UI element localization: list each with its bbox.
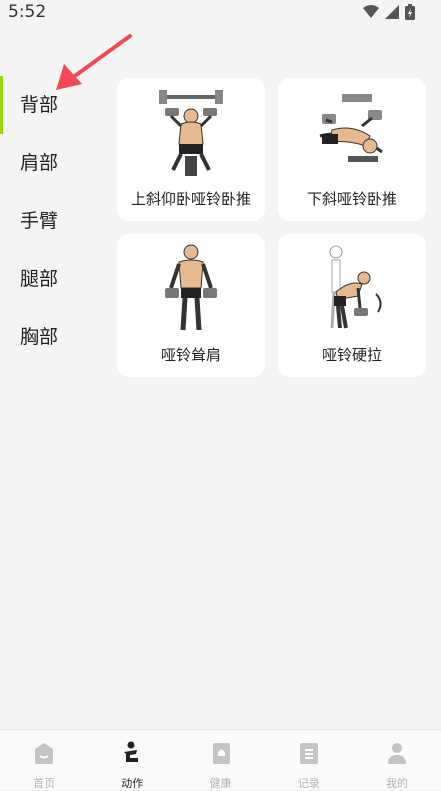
category-item-back[interactable]: 背部 <box>0 76 100 134</box>
category-sidebar: 背部 肩部 手臂 腿部 胸部 <box>0 76 100 366</box>
category-label: 腿部 <box>20 268 59 290</box>
home-icon <box>35 743 54 764</box>
nav-item-health[interactable]: 健康 <box>176 730 264 790</box>
exercise-card-decline-dumbbell-press[interactable]: 下斜哑铃卧推 <box>278 78 426 221</box>
dumbbell-deadlift-illustration <box>329 245 382 329</box>
status-icons <box>363 4 415 20</box>
profile-icon <box>387 743 406 764</box>
category-label: 胸部 <box>20 326 59 348</box>
exercise-label: 哑铃硬拉 <box>321 346 382 364</box>
category-label: 背部 <box>20 94 59 116</box>
category-label: 肩部 <box>20 152 59 174</box>
decline-press-illustration <box>319 94 383 162</box>
exercise-label: 哑铃耸肩 <box>160 346 221 364</box>
exercise-grid: 上斜仰卧哑铃卧推 下斜哑铃卧推 哑铃耸肩 哑铃硬拉 <box>117 78 426 377</box>
incline-press-illustration <box>159 90 223 176</box>
battery-icon <box>405 4 415 20</box>
health-book-icon <box>212 743 230 764</box>
status-time: 5:52 <box>8 2 47 22</box>
wifi-icon <box>363 5 379 19</box>
exercise-card-dumbbell-shrug[interactable]: 哑铃耸肩 <box>117 234 265 377</box>
records-icon <box>299 743 318 764</box>
exercise-card-dumbbell-deadlift[interactable]: 哑铃硬拉 <box>278 234 426 377</box>
category-item-chest[interactable]: 胸部 <box>0 308 100 366</box>
status-bar: 5:52 <box>0 0 441 26</box>
nav-item-records[interactable]: 记录 <box>265 730 353 790</box>
category-item-shoulders[interactable]: 肩部 <box>0 134 100 192</box>
exercise-label: 上斜仰卧哑铃卧推 <box>130 190 251 208</box>
nav-item-profile[interactable]: 我的 <box>353 730 441 790</box>
nav-item-exercises[interactable]: 动作 <box>88 730 176 790</box>
bottom-nav: 首页 动作 健康 记录 我的 <box>0 729 441 790</box>
category-item-legs[interactable]: 腿部 <box>0 250 100 308</box>
signal-icon <box>385 5 399 19</box>
exercise-icon <box>124 741 139 762</box>
category-item-arms[interactable]: 手臂 <box>0 192 100 250</box>
dumbbell-shrug-illustration <box>165 244 217 331</box>
exercise-label: 下斜哑铃卧推 <box>306 190 397 208</box>
nav-item-home[interactable]: 首页 <box>0 730 88 790</box>
exercise-card-incline-dumbbell-press[interactable]: 上斜仰卧哑铃卧推 <box>117 78 265 221</box>
category-label: 手臂 <box>20 210 59 232</box>
